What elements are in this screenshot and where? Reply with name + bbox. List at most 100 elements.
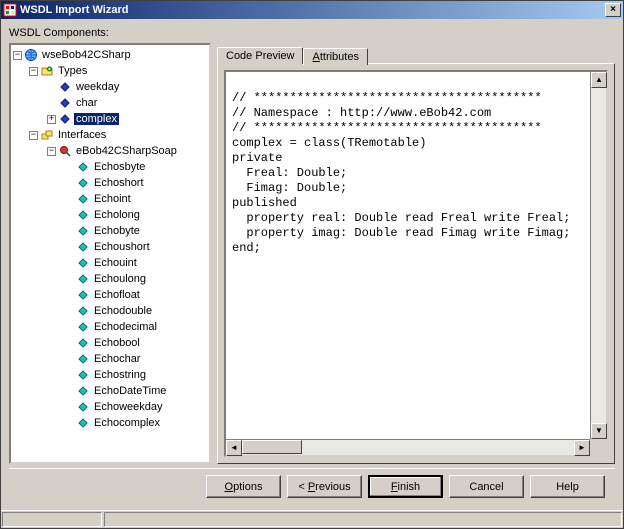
tree-method-Echofloat[interactable]: Echofloat [11, 287, 209, 303]
scrollbar-track-v[interactable] [591, 88, 606, 423]
tree-label: Echocomplex [92, 417, 162, 429]
tree-label: Types [56, 65, 89, 77]
tree-method-Echostring[interactable]: Echostring [11, 367, 209, 383]
diamond-blue-icon [59, 97, 71, 109]
app-icon [3, 3, 17, 17]
previous-button[interactable]: < Previous [287, 475, 362, 498]
scrollbar-track-h[interactable] [242, 440, 574, 455]
tree-method-Echoushort[interactable]: Echoushort [11, 239, 209, 255]
diamond-teal-icon [77, 305, 89, 317]
tree-label: Echobyte [92, 225, 142, 237]
expand-toggle[interactable]: + [47, 115, 56, 124]
tree-method-Echochar[interactable]: Echochar [11, 351, 209, 367]
tree-label: Echoushort [92, 241, 152, 253]
tree-label: wseBob42CSharp [40, 49, 133, 61]
tree-method-Echoshort[interactable]: Echoshort [11, 175, 209, 191]
diamond-blue-icon [59, 81, 71, 93]
options-button[interactable]: Options [206, 475, 281, 498]
tree-method-Echoulong[interactable]: Echoulong [11, 271, 209, 287]
tree-label: complex [74, 113, 119, 125]
tree-types[interactable]: − Types [11, 63, 209, 79]
tree-label: eBob42CSharpSoap [74, 145, 179, 157]
diamond-teal-icon [77, 161, 89, 173]
close-button[interactable]: × [605, 3, 621, 17]
tree-type-complex[interactable]: + complex [11, 111, 209, 127]
folder-icon [41, 65, 53, 77]
cancel-button[interactable]: Cancel [449, 475, 524, 498]
tree-method-Echocomplex[interactable]: Echocomplex [11, 415, 209, 431]
expand-toggle[interactable]: − [13, 51, 22, 60]
scroll-right-button[interactable]: ► [574, 440, 590, 456]
diamond-teal-icon [77, 337, 89, 349]
diamond-teal-icon [77, 369, 89, 381]
tree-label: Echoint [92, 193, 133, 205]
wsdl-import-wizard-window: WSDL Import Wizard × WSDL Components: −w… [0, 0, 624, 529]
diamond-blue-icon [59, 113, 71, 125]
scroll-up-button[interactable]: ▲ [591, 72, 607, 88]
diamond-teal-icon [77, 273, 89, 285]
diamond-teal-icon [77, 321, 89, 333]
tab-attributes[interactable]: Attributes [303, 48, 367, 65]
diamond-teal-icon [77, 241, 89, 253]
statusbar [1, 510, 623, 528]
tree-label: Echoulong [92, 273, 148, 285]
tab-page: // *************************************… [217, 63, 615, 464]
scroll-down-button[interactable]: ▼ [591, 423, 607, 439]
tree-method-EchoDateTime[interactable]: EchoDateTime [11, 383, 209, 399]
tree-label: Echodouble [92, 305, 154, 317]
scroll-left-button[interactable]: ◄ [226, 440, 242, 456]
client-area: WSDL Components: −wseBob42CSharp−Typeswe… [1, 19, 623, 528]
help-button[interactable]: Help [530, 475, 605, 498]
tree-interface-eBob42CSharpSoap[interactable]: − eBob42CSharpSoap [11, 143, 209, 159]
wsdl-components-tree[interactable]: −wseBob42CSharp−Typesweekdaychar+complex… [9, 43, 211, 464]
tree-type-weekday[interactable]: weekday [11, 79, 209, 95]
horizontal-scrollbar[interactable]: ◄ ► [226, 439, 590, 455]
tree-method-Echouint[interactable]: Echouint [11, 255, 209, 271]
globe-icon [25, 49, 37, 61]
code-preview-pane: // *************************************… [224, 70, 608, 457]
code-text[interactable]: // *************************************… [226, 72, 606, 455]
tree-label: Echofloat [92, 289, 142, 301]
tree-label: Echouint [92, 257, 139, 269]
diamond-teal-icon [77, 225, 89, 237]
expand-toggle[interactable]: − [29, 131, 38, 140]
tree-method-Echoweekday[interactable]: Echoweekday [11, 399, 209, 415]
diamond-teal-icon [77, 353, 89, 365]
diamond-teal-icon [77, 209, 89, 221]
diamond-teal-icon [77, 289, 89, 301]
statusbar-pane-2 [104, 512, 622, 527]
tree-method-Echodouble[interactable]: Echodouble [11, 303, 209, 319]
titlebar[interactable]: WSDL Import Wizard × [1, 1, 623, 19]
interfaces-icon [41, 129, 53, 141]
tree-method-Echodecimal[interactable]: Echodecimal [11, 319, 209, 335]
tabstrip: Code Preview Attributes [217, 43, 615, 63]
tree-label: char [74, 97, 99, 109]
window-title: WSDL Import Wizard [20, 4, 605, 16]
vertical-scrollbar[interactable]: ▲ ▼ [590, 72, 606, 439]
tree-label: Interfaces [56, 129, 108, 141]
diamond-teal-icon [77, 385, 89, 397]
tree-method-Echobool[interactable]: Echobool [11, 335, 209, 351]
tree-root[interactable]: − wseBob42CSharp [11, 47, 209, 63]
diamond-teal-icon [77, 193, 89, 205]
tree-label: Echochar [92, 353, 142, 365]
right-pane: Code Preview Attributes // *************… [217, 43, 615, 464]
tree-method-Echolong[interactable]: Echolong [11, 207, 209, 223]
tree-label: weekday [74, 81, 121, 93]
tab-code-preview[interactable]: Code Preview [217, 47, 303, 64]
tree-label: Echoweekday [92, 401, 165, 413]
scroll-corner [590, 439, 606, 455]
tree-method-Echosbyte[interactable]: Echosbyte [11, 159, 209, 175]
diamond-teal-icon [77, 401, 89, 413]
tree-method-Echoint[interactable]: Echoint [11, 191, 209, 207]
pin-icon [59, 145, 71, 157]
components-label: WSDL Components: [9, 27, 615, 39]
scrollbar-thumb-h[interactable] [242, 440, 302, 454]
expand-toggle[interactable]: − [29, 67, 38, 76]
tree-type-char[interactable]: char [11, 95, 209, 111]
finish-button[interactable]: Finish [368, 475, 443, 498]
tree-interfaces[interactable]: − Interfaces [11, 127, 209, 143]
tree-label: Echosbyte [92, 161, 147, 173]
tree-method-Echobyte[interactable]: Echobyte [11, 223, 209, 239]
expand-toggle[interactable]: − [47, 147, 56, 156]
